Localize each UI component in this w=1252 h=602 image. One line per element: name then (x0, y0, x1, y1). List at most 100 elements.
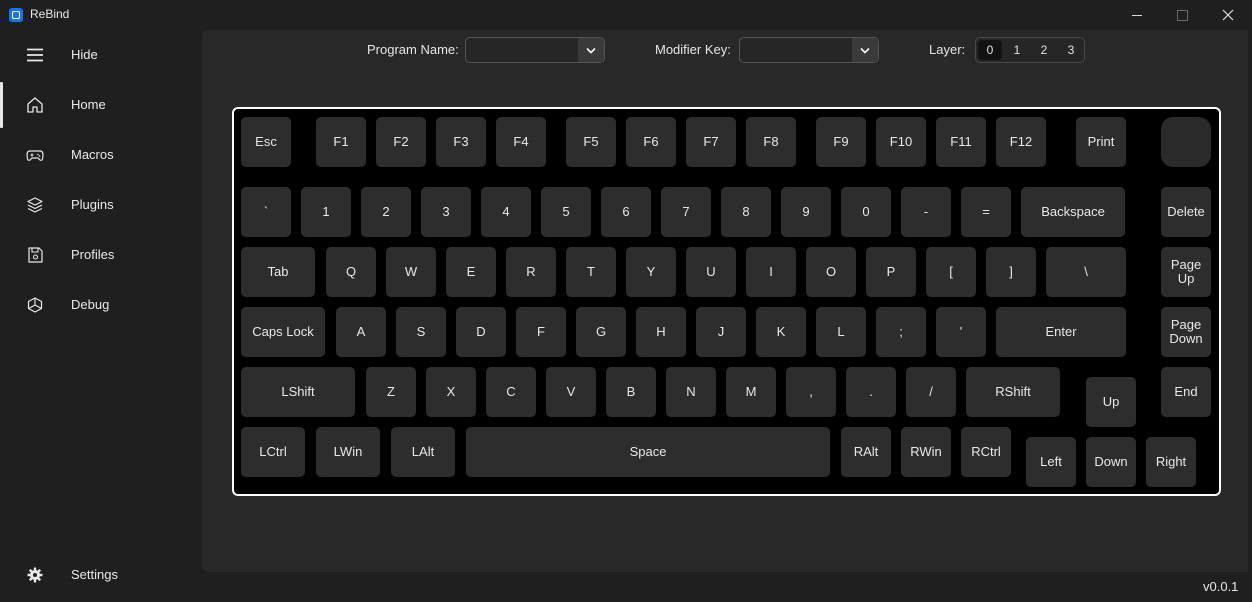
key-2[interactable]: 2 (361, 187, 411, 237)
sidebar-item-home[interactable]: Home (0, 80, 202, 130)
program-name-input[interactable] (466, 38, 576, 62)
key-right-ctrl[interactable]: RCtrl (961, 427, 1011, 477)
key-slash[interactable]: / (906, 367, 956, 417)
sidebar-item-debug[interactable]: Debug (0, 280, 202, 330)
key-g[interactable]: G (576, 307, 626, 357)
key-arrow-up[interactable]: Up (1086, 377, 1136, 427)
key-page-up[interactable]: Page Up (1161, 247, 1211, 297)
key-backspace[interactable]: Backspace (1021, 187, 1125, 237)
key-arrow-left[interactable]: Left (1026, 437, 1076, 487)
key-backslash[interactable]: \ (1046, 247, 1126, 297)
key-j[interactable]: J (696, 307, 746, 357)
key-period[interactable]: . (846, 367, 896, 417)
key-n[interactable]: N (666, 367, 716, 417)
sidebar-item-hide[interactable]: Hide (0, 30, 202, 80)
key-page-down[interactable]: Page Down (1161, 307, 1211, 357)
key-f[interactable]: F (516, 307, 566, 357)
key-7[interactable]: 7 (661, 187, 711, 237)
key-left-bracket[interactable]: [ (926, 247, 976, 297)
key-y[interactable]: Y (626, 247, 676, 297)
close-button[interactable] (1205, 0, 1251, 30)
key-e[interactable]: E (446, 247, 496, 297)
key-9[interactable]: 9 (781, 187, 831, 237)
key-semicolon[interactable]: ; (876, 307, 926, 357)
key-left-alt[interactable]: LAlt (391, 427, 455, 477)
sidebar-item-settings[interactable]: Settings (0, 550, 202, 600)
modifier-key-input[interactable] (740, 38, 850, 62)
key-left-ctrl[interactable]: LCtrl (241, 427, 305, 477)
key-s[interactable]: S (396, 307, 446, 357)
key-r[interactable]: R (506, 247, 556, 297)
key-l[interactable]: L (816, 307, 866, 357)
layer-option-2[interactable]: 2 (1032, 40, 1056, 60)
key-d[interactable]: D (456, 307, 506, 357)
key-f12[interactable]: F12 (996, 117, 1046, 167)
key-x[interactable]: X (426, 367, 476, 417)
key-0[interactable]: 0 (841, 187, 891, 237)
key-enter[interactable]: Enter (996, 307, 1126, 357)
key-5[interactable]: 5 (541, 187, 591, 237)
key-f6[interactable]: F6 (626, 117, 676, 167)
key-4[interactable]: 4 (481, 187, 531, 237)
key-q[interactable]: Q (326, 247, 376, 297)
key-caps-lock[interactable]: Caps Lock (241, 307, 325, 357)
key-8[interactable]: 8 (721, 187, 771, 237)
key-o[interactable]: O (806, 247, 856, 297)
minimize-button[interactable] (1114, 0, 1160, 30)
sidebar-item-plugins[interactable]: Plugins (0, 180, 202, 230)
key-right-win[interactable]: RWin (901, 427, 951, 477)
key-f5[interactable]: F5 (566, 117, 616, 167)
key-print[interactable]: Print (1076, 117, 1126, 167)
key-b[interactable]: B (606, 367, 656, 417)
key-arrow-down[interactable]: Down (1086, 437, 1136, 487)
key-f7[interactable]: F7 (686, 117, 736, 167)
sidebar-item-macros[interactable]: Macros (0, 130, 202, 180)
key-i[interactable]: I (746, 247, 796, 297)
modifier-key-dropdown-button[interactable] (852, 38, 878, 62)
layer-option-1[interactable]: 1 (1005, 40, 1029, 60)
key-quote[interactable]: ' (936, 307, 986, 357)
key-arrow-right[interactable]: Right (1146, 437, 1196, 487)
key-1[interactable]: 1 (301, 187, 351, 237)
key-3[interactable]: 3 (421, 187, 471, 237)
key-comma[interactable]: , (786, 367, 836, 417)
key-f8[interactable]: F8 (746, 117, 796, 167)
key-left-win[interactable]: LWin (316, 427, 380, 477)
key-esc[interactable]: Esc (241, 117, 291, 167)
key-6[interactable]: 6 (601, 187, 651, 237)
key-m[interactable]: M (726, 367, 776, 417)
key-delete[interactable]: Delete (1161, 187, 1211, 237)
key-end[interactable]: End (1161, 367, 1211, 417)
key-v[interactable]: V (546, 367, 596, 417)
key-k[interactable]: K (756, 307, 806, 357)
key-tab[interactable]: Tab (241, 247, 315, 297)
key-equals[interactable]: = (961, 187, 1011, 237)
key-f10[interactable]: F10 (876, 117, 926, 167)
key-f9[interactable]: F9 (816, 117, 866, 167)
key-f4[interactable]: F4 (496, 117, 546, 167)
program-name-combobox[interactable] (465, 37, 605, 63)
maximize-button[interactable] (1159, 0, 1205, 30)
key-minus[interactable]: - (901, 187, 951, 237)
key-a[interactable]: A (336, 307, 386, 357)
program-name-dropdown-button[interactable] (578, 38, 604, 62)
key-p[interactable]: P (866, 247, 916, 297)
key-knob[interactable] (1161, 117, 1211, 167)
key-right-bracket[interactable]: ] (986, 247, 1036, 297)
key-f1[interactable]: F1 (316, 117, 366, 167)
modifier-key-combobox[interactable] (739, 37, 879, 63)
key-u[interactable]: U (686, 247, 736, 297)
key-backtick[interactable]: ` (241, 187, 291, 237)
key-right-alt[interactable]: RAlt (841, 427, 891, 477)
sidebar-item-profiles[interactable]: Profiles (0, 230, 202, 280)
key-right-shift[interactable]: RShift (966, 367, 1060, 417)
key-w[interactable]: W (386, 247, 436, 297)
key-f11[interactable]: F11 (936, 117, 986, 167)
key-left-shift[interactable]: LShift (241, 367, 355, 417)
key-c[interactable]: C (486, 367, 536, 417)
key-space[interactable]: Space (466, 427, 830, 477)
layer-option-3[interactable]: 3 (1059, 40, 1083, 60)
key-t[interactable]: T (566, 247, 616, 297)
key-f2[interactable]: F2 (376, 117, 426, 167)
key-z[interactable]: Z (366, 367, 416, 417)
